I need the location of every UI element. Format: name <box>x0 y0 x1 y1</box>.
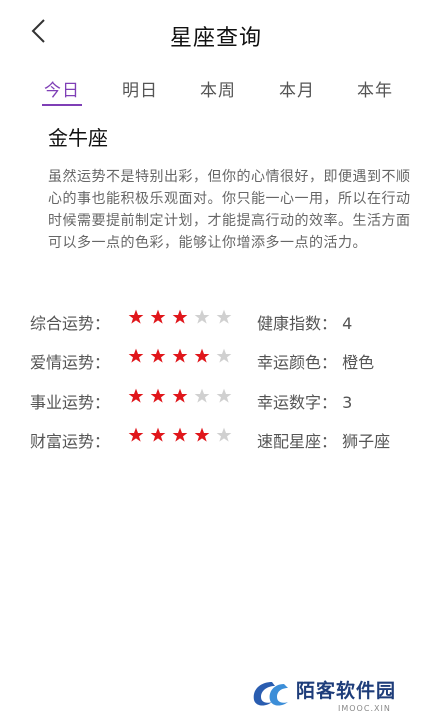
star-filled-icon <box>150 388 166 403</box>
star-filled-icon <box>194 427 210 442</box>
star-rating <box>128 348 232 364</box>
star-filled-icon <box>128 348 144 363</box>
star-empty-icon <box>194 388 210 403</box>
star-filled-icon <box>194 348 210 363</box>
star-filled-icon <box>150 348 166 363</box>
watermark-sub: IMOOC.XIN <box>338 704 391 713</box>
fortune-label: 爱情运势： <box>30 353 111 372</box>
star-empty-icon <box>194 309 210 324</box>
star-filled-icon <box>172 427 188 442</box>
star-rating <box>128 388 232 404</box>
star-filled-icon <box>172 388 188 403</box>
watermark: 陌客软件园 IMOOC.XIN <box>250 676 430 716</box>
tab-week[interactable]: 本周 <box>200 76 236 101</box>
star-filled-icon <box>128 388 144 403</box>
tab-today[interactable]: 今日 <box>42 76 82 106</box>
fortune-row-wealth: 财富运势： 速配星座： 狮子座 <box>0 424 432 452</box>
star-filled-icon <box>172 348 188 363</box>
star-filled-icon <box>150 309 166 324</box>
page-title: 星座查询 <box>169 26 262 51</box>
period-tabs: 今日 明日 本周 本月 本年 <box>0 74 432 114</box>
lucky-number: 幸运数字： 3 <box>257 393 353 412</box>
fortune-label: 财富运势： <box>30 432 111 451</box>
tab-year[interactable]: 本年 <box>357 76 393 101</box>
tab-month[interactable]: 本月 <box>279 76 315 101</box>
lucky-color: 幸运颜色： 橙色 <box>257 353 375 372</box>
star-empty-icon <box>216 427 232 442</box>
top-bar: 星座查询 <box>0 0 432 70</box>
fortune-row-love: 爱情运势： 幸运颜色： 橙色 <box>0 345 432 373</box>
watermark-logo-icon <box>253 682 288 706</box>
star-empty-icon <box>216 309 232 324</box>
fortune-description: 虽然运势不是特别出彩，但你的心情很好，即便遇到不顺心的事也能积极乐观面对。你只能… <box>48 169 411 251</box>
star-filled-icon <box>150 427 166 442</box>
star-empty-icon <box>216 348 232 363</box>
match-sign: 速配星座： 狮子座 <box>257 432 391 451</box>
tab-tomorrow[interactable]: 明日 <box>122 76 158 101</box>
fortune-label: 事业运势： <box>30 393 111 412</box>
fortune-row-overall: 综合运势： 健康指数： 4 <box>0 306 432 334</box>
star-rating <box>128 427 232 443</box>
health-index: 健康指数： 4 <box>257 314 353 333</box>
fortune-label: 综合运势： <box>30 314 111 333</box>
watermark-name: 陌客软件园 <box>296 680 397 702</box>
star-filled-icon <box>128 309 144 324</box>
star-empty-icon <box>216 388 232 403</box>
star-filled-icon <box>172 309 188 324</box>
star-rating <box>128 309 232 325</box>
star-filled-icon <box>128 427 144 442</box>
zodiac-sign-title: 金牛座 <box>48 126 108 150</box>
fortune-row-career: 事业运势： 幸运数字： 3 <box>0 385 432 413</box>
